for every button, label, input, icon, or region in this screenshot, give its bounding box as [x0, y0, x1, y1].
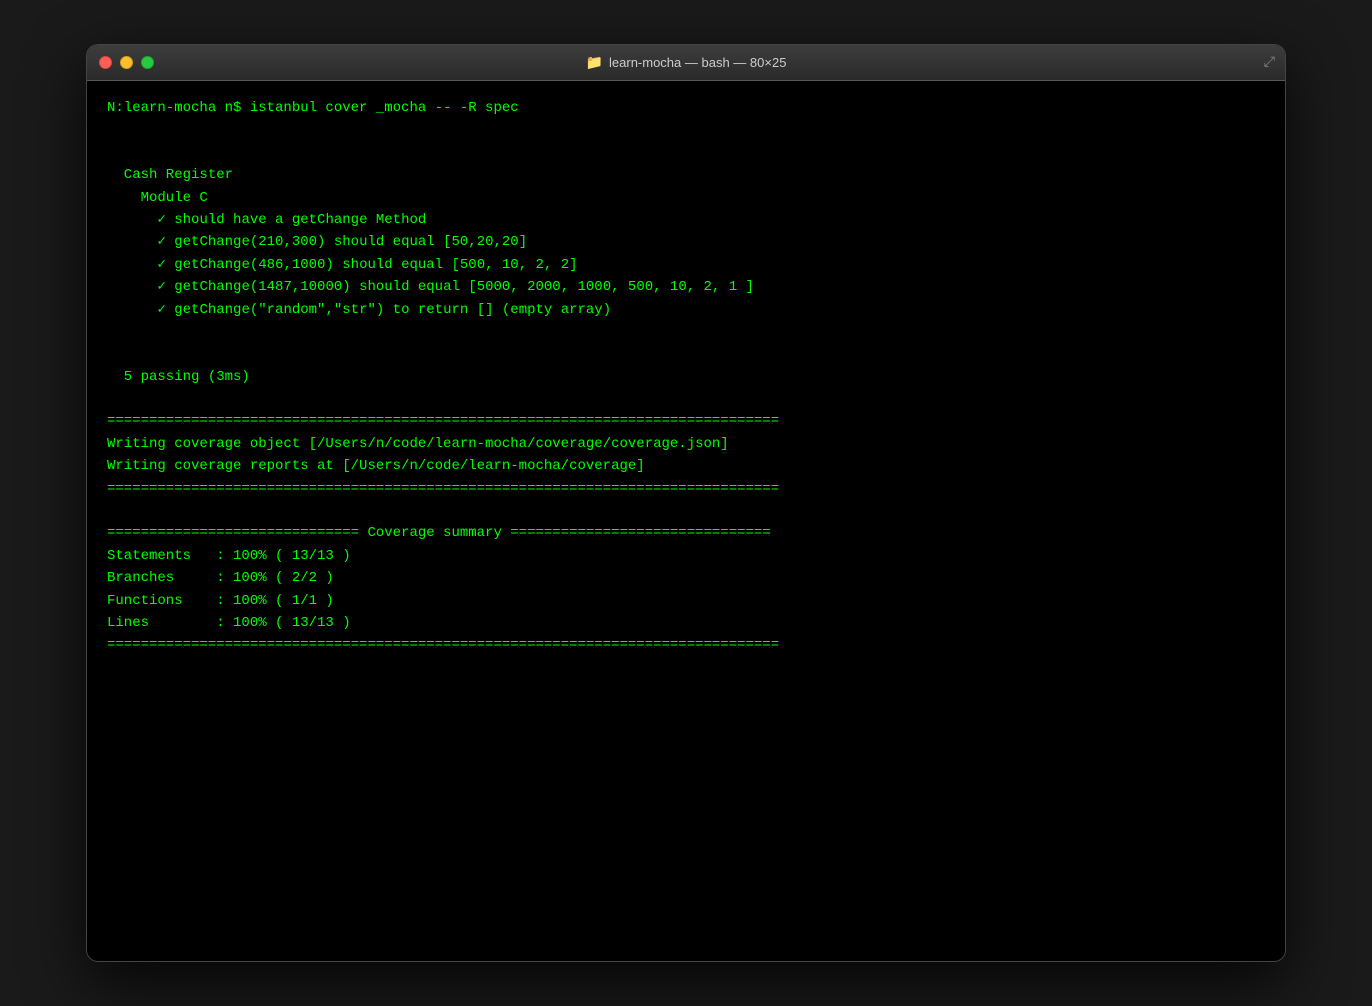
test-2: ✓ getChange(210,300) should equal [50,20…	[107, 231, 1265, 253]
branches-stat: Branches : 100% ( 2/2 )	[107, 567, 1265, 589]
lines-stat: Lines : 100% ( 13/13 )	[107, 612, 1265, 634]
writing-coverage-object: Writing coverage object [/Users/n/code/l…	[107, 433, 1265, 455]
suite-name: Cash Register	[107, 164, 1265, 186]
minimize-button[interactable]	[120, 56, 133, 69]
blank-line-5	[107, 388, 1265, 410]
folder-icon: 📁	[586, 54, 603, 71]
terminal-window: 📁 learn-mocha — bash — 80×25 ⤢ N:learn-m…	[86, 44, 1286, 962]
prompt-line: N:learn-mocha n$ istanbul cover _mocha -…	[107, 97, 1265, 119]
window-title: 📁 learn-mocha — bash — 80×25	[586, 54, 787, 71]
passing-line: 5 passing (3ms)	[107, 366, 1265, 388]
blank-line-3	[107, 321, 1265, 343]
module-name: Module C	[107, 187, 1265, 209]
blank-line-4	[107, 343, 1265, 365]
traffic-lights	[99, 56, 154, 69]
functions-stat: Functions : 100% ( 1/1 )	[107, 590, 1265, 612]
divider-3: ========================================…	[107, 634, 1265, 656]
maximize-button[interactable]	[141, 56, 154, 69]
titlebar: 📁 learn-mocha — bash — 80×25 ⤢	[87, 45, 1285, 81]
terminal-body: N:learn-mocha n$ istanbul cover _mocha -…	[87, 81, 1285, 961]
test-4: ✓ getChange(1487,10000) should equal [50…	[107, 276, 1265, 298]
coverage-summary-header: ============================== Coverage …	[107, 522, 1265, 544]
divider-1: ========================================…	[107, 410, 1265, 432]
test-5: ✓ getChange("random","str") to return []…	[107, 299, 1265, 321]
expand-button[interactable]: ⤢	[1264, 55, 1275, 71]
close-button[interactable]	[99, 56, 112, 69]
blank-line-1	[107, 119, 1265, 141]
blank-line-6	[107, 500, 1265, 522]
test-1: ✓ should have a getChange Method	[107, 209, 1265, 231]
divider-2: ========================================…	[107, 478, 1265, 500]
statements-stat: Statements : 100% ( 13/13 )	[107, 545, 1265, 567]
blank-line-2	[107, 142, 1265, 164]
writing-coverage-reports: Writing coverage reports at [/Users/n/co…	[107, 455, 1265, 477]
test-3: ✓ getChange(486,1000) should equal [500,…	[107, 254, 1265, 276]
